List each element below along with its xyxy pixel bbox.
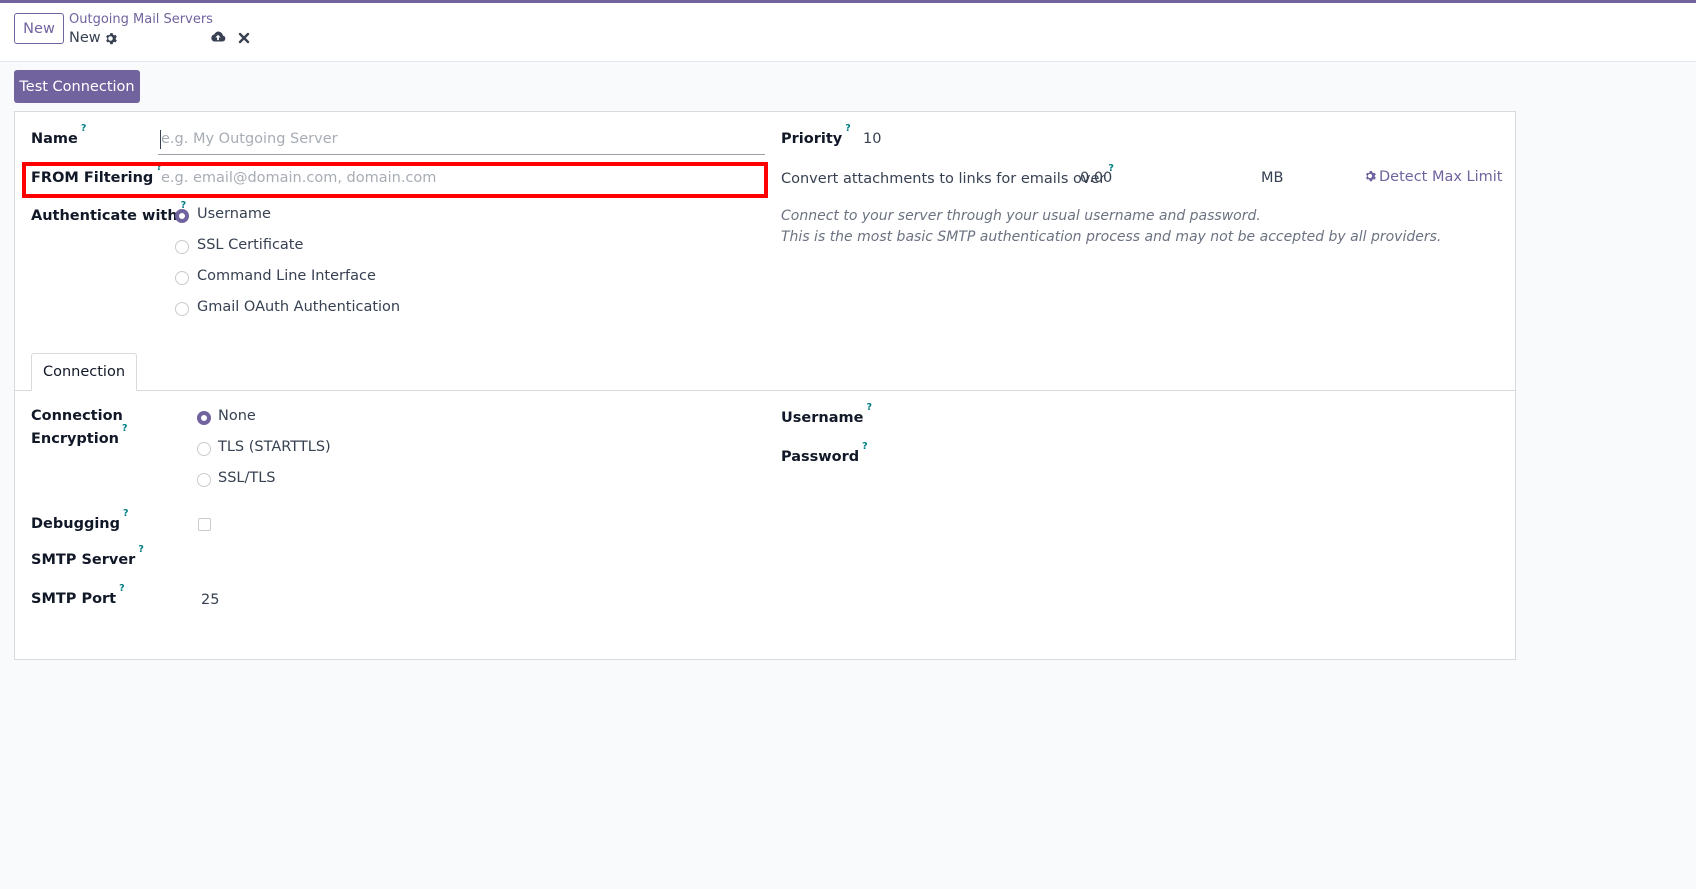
smtp-port-help-icon[interactable]: ? — [119, 583, 125, 594]
username-label: Username? — [781, 402, 872, 426]
password-help-icon[interactable]: ? — [862, 441, 868, 452]
auth-option-cli[interactable]: Command Line Interface — [197, 268, 376, 284]
authenticate-label: Authenticate with? — [31, 200, 186, 224]
smtp-server-label-text: SMTP Server — [31, 551, 136, 568]
cloud-upload-icon[interactable] — [210, 30, 226, 44]
attachments-unit: MB — [1261, 170, 1284, 186]
smtp-server-label: SMTP Server? — [31, 544, 144, 568]
name-label-text: Name — [31, 130, 78, 147]
tab-divider — [15, 390, 1515, 391]
smtp-port-label: SMTP Port? — [31, 583, 125, 607]
debugging-help-icon[interactable]: ? — [123, 508, 129, 519]
auth-radio-ssl[interactable] — [175, 240, 189, 254]
new-button[interactable]: New — [14, 13, 64, 44]
control-panel: New Outgoing Mail Servers New — [0, 3, 1696, 62]
encryption-radio-starttls[interactable] — [197, 442, 211, 456]
debugging-checkbox[interactable] — [198, 518, 211, 531]
encryption-option-starttls[interactable]: TLS (STARTTLS) — [218, 439, 331, 455]
smtp-port-input[interactable]: 25 — [201, 592, 219, 608]
debugging-label: Debugging? — [31, 508, 129, 532]
encryption-option-ssltls[interactable]: SSL/TLS — [218, 470, 276, 486]
username-input[interactable] — [915, 408, 1495, 428]
auth-radio-username[interactable] — [175, 209, 189, 223]
auth-description-line2: This is the most basic SMTP authenticati… — [781, 229, 1442, 245]
priority-help-icon[interactable]: ? — [845, 123, 851, 134]
debugging-label-text: Debugging — [31, 515, 121, 532]
encryption-radio-ssltls[interactable] — [197, 473, 211, 487]
name-help-icon[interactable]: ? — [81, 123, 87, 134]
auth-description-line1: Connect to your server through your usua… — [781, 208, 1261, 224]
gear-icon — [1365, 171, 1376, 182]
breadcrumb-current: New — [69, 30, 101, 46]
smtp-server-input[interactable] — [201, 550, 761, 570]
attachments-label: Convert attachments to links for emails … — [781, 163, 1114, 187]
password-input[interactable] — [915, 447, 1495, 467]
attachments-label-text: Convert attachments to links for emails … — [781, 170, 1106, 187]
name-label: Name? — [31, 123, 86, 147]
smtp-port-label-text: SMTP Port — [31, 590, 117, 607]
priority-label: Priority? — [781, 123, 851, 147]
tab-connection[interactable]: Connection — [31, 353, 137, 391]
close-icon[interactable] — [238, 32, 250, 44]
username-help-icon[interactable]: ? — [866, 402, 872, 413]
test-connection-button[interactable]: Test Connection — [14, 70, 140, 103]
encryption-label: Encryption? — [31, 423, 128, 447]
smtp-server-help-icon[interactable]: ? — [138, 544, 144, 555]
auth-option-gmail[interactable]: Gmail OAuth Authentication — [197, 299, 400, 315]
priority-label-text: Priority — [781, 130, 843, 147]
username-label-text: Username — [781, 409, 864, 426]
authenticate-label-text: Authenticate with — [31, 207, 178, 224]
priority-input[interactable]: 10 — [863, 131, 881, 147]
detect-max-limit-label[interactable]: Detect Max Limit — [1379, 169, 1503, 185]
text-cursor — [160, 130, 161, 149]
gear-icon[interactable] — [104, 32, 117, 45]
breadcrumb-parent[interactable]: Outgoing Mail Servers — [69, 12, 213, 27]
encryption-help-icon[interactable]: ? — [122, 423, 128, 434]
password-label-text: Password — [781, 448, 860, 465]
highlight-box — [22, 162, 768, 198]
encryption-radio-none[interactable] — [197, 411, 211, 425]
auth-radio-cli[interactable] — [175, 271, 189, 285]
name-input[interactable]: e.g. My Outgoing Server — [161, 131, 338, 147]
attachments-limit-input[interactable]: 0.00 — [1080, 170, 1112, 186]
auth-option-ssl[interactable]: SSL Certificate — [197, 237, 303, 253]
detect-max-limit-button[interactable]: Detect Max Limit — [1364, 169, 1503, 185]
auth-option-username[interactable]: Username — [197, 206, 271, 222]
encryption-label-line2: Encryption — [31, 430, 119, 447]
auth-radio-gmail[interactable] — [175, 302, 189, 316]
encryption-option-none[interactable]: None — [218, 408, 256, 424]
name-input-underline — [158, 154, 765, 155]
password-label: Password? — [781, 441, 868, 465]
encryption-label-line1: Connection — [31, 408, 123, 424]
